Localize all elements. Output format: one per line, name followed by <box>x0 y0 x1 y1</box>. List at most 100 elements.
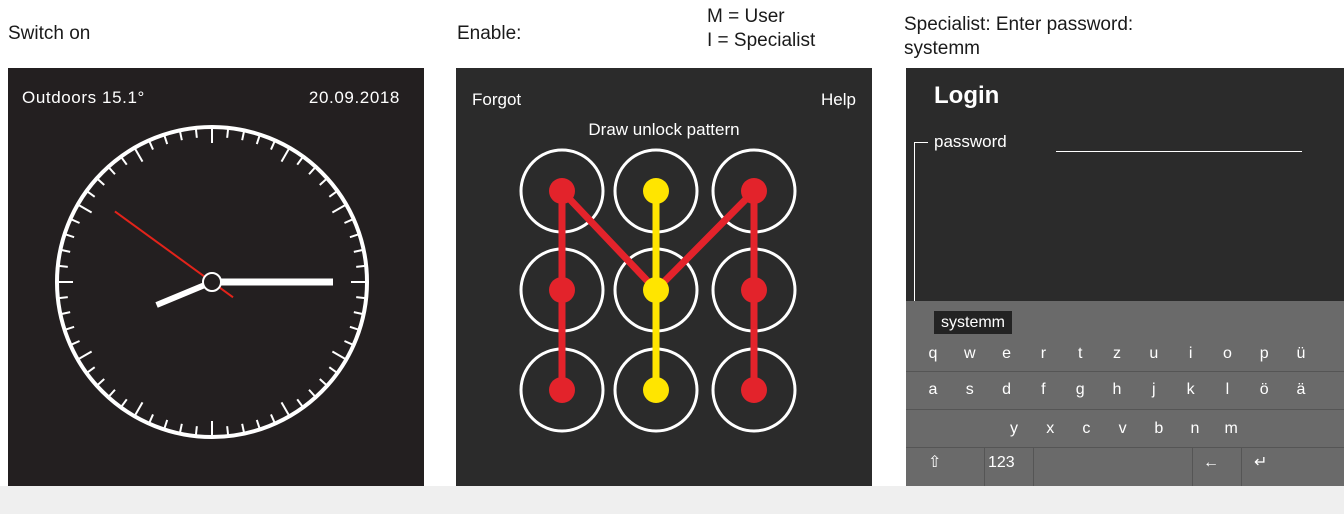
key-ä[interactable]: ä <box>1286 373 1316 407</box>
clock-tick <box>356 264 367 268</box>
key-o[interactable]: o <box>1212 337 1242 371</box>
login-title: Login <box>934 82 1000 109</box>
clock-tick <box>308 389 317 398</box>
specialist-instruction: Specialist: Enter password: <box>904 14 1134 35</box>
keyboard-divider <box>906 409 1344 410</box>
clock-tick <box>57 296 68 300</box>
login-screen: Login password systemm qwertzuiopü asdfg… <box>906 68 1344 486</box>
key-s[interactable]: s <box>955 373 985 407</box>
keyboard-bottom-row: ⇧ 123 ← ↵ <box>906 448 1344 486</box>
pattern-node-dot <box>741 277 767 303</box>
key-e[interactable]: e <box>992 337 1022 371</box>
mode-specialist-text: I = Specialist <box>707 30 816 51</box>
pattern-node-dot <box>741 178 767 204</box>
clock-tick <box>319 177 328 186</box>
keyboard-divider <box>1241 448 1242 486</box>
clock-tick <box>344 340 355 346</box>
clock-tick <box>270 414 276 425</box>
on-screen-keyboard: systemm qwertzuiopü asdfghjklöä yxcvbnm … <box>906 301 1344 486</box>
clock-tick <box>308 166 317 175</box>
clock-tick <box>77 350 93 361</box>
keyboard-row-3: yxcvbnm <box>906 412 1344 446</box>
clock-tick <box>96 177 105 186</box>
enter-key-icon[interactable]: ↵ <box>1254 448 1267 486</box>
clock-tick <box>86 190 96 198</box>
key-i[interactable]: i <box>1176 337 1206 371</box>
caption-enable: Enable: <box>457 23 522 44</box>
clock-tick <box>148 139 154 150</box>
key-h[interactable]: h <box>1102 373 1132 407</box>
analog-clock <box>55 125 369 439</box>
key-p[interactable]: p <box>1249 337 1279 371</box>
clock-tick <box>194 127 198 138</box>
mode-user-text: M = User <box>707 6 785 27</box>
backspace-key-icon[interactable]: ← <box>1203 448 1219 486</box>
key-z[interactable]: z <box>1102 337 1132 371</box>
clock-tick <box>194 426 198 437</box>
key-ö[interactable]: ö <box>1249 373 1279 407</box>
caption-modes: M = User I = Specialist <box>707 5 815 53</box>
clock-tick <box>226 426 230 437</box>
clock-tick <box>69 218 80 224</box>
key-ü[interactable]: ü <box>1286 337 1316 371</box>
annotation-bracket-top <box>914 142 928 143</box>
key-g[interactable]: g <box>1065 373 1095 407</box>
key-j[interactable]: j <box>1139 373 1169 407</box>
key-c[interactable]: c <box>1071 412 1101 446</box>
clock-tick <box>296 156 304 166</box>
clock-tick <box>133 147 144 163</box>
password-field[interactable] <box>1056 151 1302 152</box>
pattern-node-dot <box>643 377 669 403</box>
clock-tick <box>69 340 80 346</box>
clock-tick <box>319 378 328 387</box>
key-t[interactable]: t <box>1065 337 1095 371</box>
clock-tick <box>133 401 144 417</box>
key-m[interactable]: m <box>1216 412 1246 446</box>
caption-specialist: Specialist: Enter password: systemm <box>904 13 1133 61</box>
clock-tick <box>107 166 116 175</box>
pattern-node-dot <box>549 178 575 204</box>
pattern-node-dot <box>643 178 669 204</box>
bottom-strip <box>0 486 1344 514</box>
keyboard-divider <box>1033 448 1034 486</box>
clock-tick <box>77 203 93 214</box>
key-a[interactable]: a <box>918 373 948 407</box>
clock-tick <box>96 378 105 387</box>
key-x[interactable]: x <box>1035 412 1065 446</box>
keyboard-divider <box>1192 448 1193 486</box>
keyboard-divider <box>906 371 1344 372</box>
clock-tick <box>226 127 230 138</box>
keyboard-row-2: asdfghjklöä <box>906 373 1344 407</box>
caption-switch-on: Switch on <box>8 23 91 44</box>
annotation-bracket <box>914 142 915 320</box>
clock-tick <box>331 350 347 361</box>
pattern-node-dot <box>741 377 767 403</box>
shift-key-icon[interactable]: ⇧ <box>928 448 941 486</box>
clock-tick <box>328 366 338 374</box>
clock-tick <box>120 156 128 166</box>
numbers-key[interactable]: 123 <box>988 448 1015 486</box>
clock-tick <box>270 139 276 150</box>
key-d[interactable]: d <box>992 373 1022 407</box>
clock-tick <box>120 398 128 408</box>
key-v[interactable]: v <box>1108 412 1138 446</box>
pattern-node-dot <box>549 377 575 403</box>
key-q[interactable]: q <box>918 337 948 371</box>
pattern-node-dot <box>549 277 575 303</box>
clock-screen[interactable]: Outdoors 15.1° 20.09.2018 <box>8 68 424 486</box>
key-w[interactable]: w <box>955 337 985 371</box>
clock-tick <box>107 389 116 398</box>
key-l[interactable]: l <box>1212 373 1242 407</box>
key-r[interactable]: r <box>1028 337 1058 371</box>
keyboard-entry-field[interactable]: systemm <box>934 311 1012 334</box>
key-f[interactable]: f <box>1028 373 1058 407</box>
pattern-grid[interactable] <box>456 68 872 486</box>
key-k[interactable]: k <box>1176 373 1206 407</box>
key-b[interactable]: b <box>1144 412 1174 446</box>
clock-center-pin <box>202 272 222 292</box>
key-u[interactable]: u <box>1139 337 1169 371</box>
specialist-password-hint: systemm <box>904 38 980 59</box>
key-n[interactable]: n <box>1180 412 1210 446</box>
key-y[interactable]: y <box>999 412 1029 446</box>
clock-tick <box>331 203 347 214</box>
